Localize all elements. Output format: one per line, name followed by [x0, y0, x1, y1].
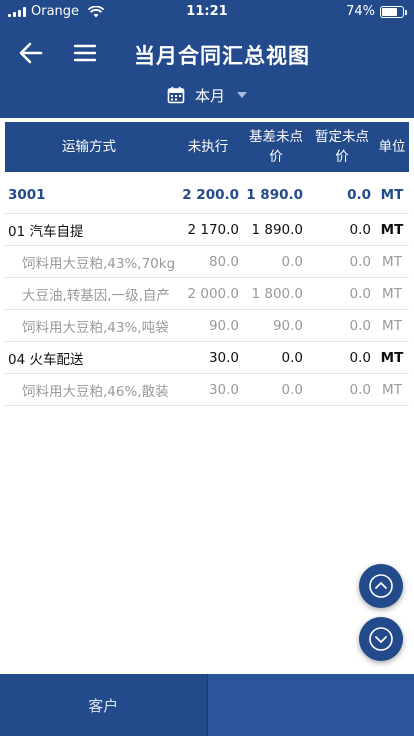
- row-unexecuted: 2 170.0: [187, 221, 239, 238]
- table-header: 运输方式 未执行 基差未点价 暂定未点价 单位: [5, 122, 409, 172]
- row-unexecuted: 30.0: [208, 349, 239, 366]
- row-provisional-unpriced: 0.0: [349, 381, 371, 398]
- battery-fill: [382, 7, 397, 16]
- chevron-down-icon: [369, 627, 393, 651]
- column-header-basis-unpriced: 基差未点价: [249, 129, 303, 165]
- column-header-unit: 单位: [378, 139, 406, 155]
- row-basis-unpriced: 1 890.0: [246, 186, 303, 203]
- row-name: 01 汽车自提: [8, 223, 84, 240]
- calendar-icon: [167, 86, 185, 104]
- table-row-product[interactable]: 大豆油,转基因,一级,自产 2 000.0 1 800.0 0.0 MT: [5, 278, 409, 310]
- row-provisional-unpriced: 0.0: [347, 186, 371, 203]
- contract-summary-table: 运输方式 未执行 基差未点价 暂定未点价 单位 3001 2 200.0 1 8…: [5, 122, 409, 406]
- row-basis-unpriced: 0.0: [281, 381, 303, 398]
- row-unexecuted: 90.0: [208, 317, 239, 334]
- row-unit: MT: [382, 253, 402, 270]
- row-basis-unpriced: 0.0: [281, 349, 303, 366]
- row-provisional-unpriced: 0.0: [349, 253, 371, 270]
- column-header-provisional-unpriced: 暂定未点价: [315, 129, 369, 165]
- page-title: 当月合同汇总视图: [134, 44, 310, 68]
- row-provisional-unpriced: 0.0: [349, 317, 371, 334]
- row-basis-unpriced: 1 890.0: [251, 221, 303, 238]
- row-name: 大豆油,转基因,一级,自产: [22, 287, 170, 304]
- chevron-up-icon: [369, 574, 393, 598]
- period-selector[interactable]: 本月: [0, 83, 414, 107]
- row-name: 04 火车配送: [8, 351, 84, 368]
- hamburger-menu-icon[interactable]: [70, 38, 100, 68]
- row-provisional-unpriced: 0.0: [349, 349, 371, 366]
- row-basis-unpriced: 0.0: [281, 253, 303, 270]
- period-label: 本月: [194, 86, 225, 105]
- table-row-transport[interactable]: 01 汽车自提 2 170.0 1 890.0 0.0 MT: [5, 214, 409, 246]
- back-arrow-icon[interactable]: [16, 38, 46, 68]
- row-unit: MT: [382, 317, 402, 334]
- tab-second[interactable]: [207, 674, 414, 736]
- row-unit: MT: [382, 285, 402, 302]
- row-unit: MT: [380, 349, 404, 366]
- table-row-group[interactable]: 3001 2 200.0 1 890.0 0.0 MT: [5, 176, 409, 214]
- battery-percent: 74%: [346, 4, 375, 19]
- caret-down-icon: [237, 92, 247, 98]
- app-header: Orange 11:21 74% 当月合同汇总视图 本月: [0, 0, 414, 118]
- row-provisional-unpriced: 0.0: [349, 221, 371, 238]
- row-name: 饲料用大豆粕,43%,70kg: [22, 255, 176, 272]
- table-row-product[interactable]: 饲料用大豆粕,43%,70kg 80.0 0.0 0.0 MT: [5, 246, 409, 278]
- battery-icon: [380, 5, 407, 18]
- status-bar: Orange 11:21 74%: [0, 0, 414, 22]
- row-unit: MT: [380, 221, 404, 238]
- row-name: 3001: [8, 186, 46, 203]
- row-unit: MT: [382, 381, 402, 398]
- table-row-transport[interactable]: 04 火车配送 30.0 0.0 0.0 MT: [5, 342, 409, 374]
- table-row-product[interactable]: 饲料用大豆粕,43%,吨袋 90.0 90.0 0.0 MT: [5, 310, 409, 342]
- table-row-product[interactable]: 饲料用大豆粕,46%,散装 30.0 0.0 0.0 MT: [5, 374, 409, 406]
- row-unexecuted: 80.0: [208, 253, 239, 270]
- row-basis-unpriced: 1 800.0: [251, 285, 303, 302]
- title-bar: 当月合同汇总视图: [0, 30, 414, 76]
- scroll-down-button[interactable]: [359, 617, 403, 661]
- bottom-navigation: 客户: [0, 674, 414, 736]
- column-header-transport: 运输方式: [62, 139, 116, 155]
- column-header-unexecuted: 未执行: [187, 139, 229, 155]
- row-provisional-unpriced: 0.0: [349, 285, 371, 302]
- row-name: 饲料用大豆粕,46%,散装: [22, 383, 169, 400]
- row-unit: MT: [380, 186, 404, 203]
- row-unexecuted: 2 000.0: [187, 285, 239, 302]
- tab-customer[interactable]: 客户: [0, 674, 207, 736]
- row-unexecuted: 30.0: [208, 381, 239, 398]
- battery-info: 74%: [346, 4, 407, 19]
- row-unexecuted: 2 200.0: [182, 186, 239, 203]
- row-name: 饲料用大豆粕,43%,吨袋: [22, 319, 169, 336]
- table-body: 3001 2 200.0 1 890.0 0.0 MT 01 汽车自提 2 17…: [5, 176, 409, 406]
- row-basis-unpriced: 90.0: [272, 317, 303, 334]
- scroll-up-button[interactable]: [359, 564, 403, 608]
